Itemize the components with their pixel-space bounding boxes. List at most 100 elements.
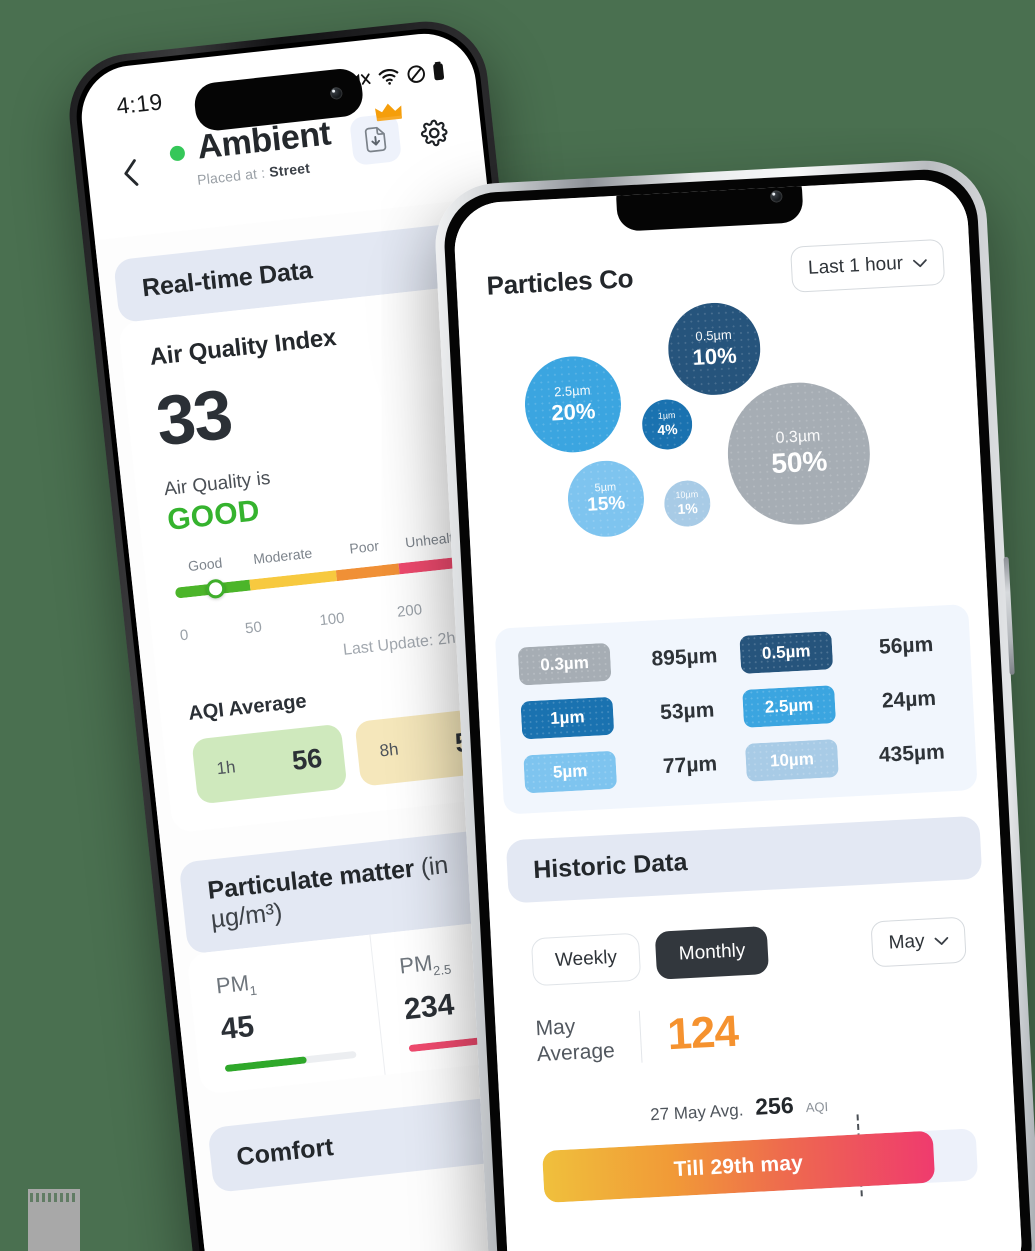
legend-chip-0-3um[interactable]: 0.3µm (517, 642, 612, 686)
phone-right: Particles Co Last 1 hour 0.3µm 50% 2.5µm… (432, 157, 1035, 1251)
bubble-0-5um-label: 0.5µm (695, 327, 733, 345)
gauge-tick-0: 0 (179, 626, 190, 644)
legend-value-0-5um: 56µm (878, 632, 934, 659)
gear-icon (420, 119, 448, 147)
pm25-name: PM (398, 949, 434, 979)
settings-button[interactable] (411, 110, 457, 156)
gauge-band-good: Good (187, 553, 224, 574)
section-historic-header: Historic Data (505, 815, 983, 904)
monthly-average-label: May Average (535, 1012, 615, 1069)
legend-value-1um: 53µm (659, 698, 715, 725)
historic-controls: Weekly Monthly May (530, 916, 967, 987)
legend-chip-2-5um[interactable]: 2.5µm (742, 685, 837, 728)
timeline-tooltip: 27 May Avg. 256 AQI (649, 1090, 829, 1126)
placed-at-label: Placed at : (196, 164, 271, 188)
front-camera-lens (770, 190, 783, 203)
gauge-tick-50: 50 (244, 618, 263, 637)
aqi-average-1h[interactable]: 1h 56 (191, 723, 348, 804)
wifi-icon (377, 66, 401, 86)
online-status-dot (169, 144, 186, 162)
monthly-average-label-line2: Average (536, 1039, 616, 1067)
bubble-1um-label: 1µm (657, 410, 676, 421)
status-clock: 4:19 (114, 87, 164, 119)
monthly-average-value: 124 (666, 1006, 740, 1060)
aqi-gauge: Good Moderate Poor Unhealthy 0 50 100 20… (172, 526, 491, 644)
bubble-1um-value: 4% (656, 420, 678, 438)
bubble-10um[interactable]: 10µm 1% (663, 479, 712, 528)
aqi-average-8h-period: 8h (378, 739, 400, 761)
monthly-average-label-line1: May (534, 1015, 576, 1041)
timeline-tooltip-unit: AQI (805, 1098, 829, 1115)
header-actions (349, 103, 458, 166)
legend-chip-0-5um[interactable]: 0.5µm (739, 631, 834, 674)
legend-chip-10um[interactable]: 10µm (744, 739, 839, 782)
month-select-value: May (888, 930, 926, 954)
bubble-0-3um-label: 0.3µm (775, 427, 821, 447)
battery-icon (432, 61, 446, 82)
gauge-marker[interactable] (205, 577, 227, 599)
back-button[interactable] (108, 150, 154, 196)
chevron-left-icon (124, 159, 139, 186)
timeline-track[interactable]: Till 29th may (541, 1127, 979, 1203)
bubble-5um-value: 15% (586, 492, 626, 516)
tab-monthly[interactable]: Monthly (654, 925, 770, 980)
status-icons (349, 61, 446, 91)
poster-stage: 4:19 Ambient Placed at: Street Real-tim… (0, 0, 1035, 1251)
legend-value-5um: 77µm (662, 752, 718, 779)
pm1-value: 45 (219, 1009, 256, 1047)
legend-chip-1um[interactable]: 1µm (520, 696, 615, 740)
placed-at-value: Street (268, 159, 311, 181)
bubble-1um[interactable]: 1µm 4% (640, 398, 694, 451)
gauge-band-fill-poor (336, 562, 400, 581)
aqi-average-1h-period: 1h (215, 757, 237, 779)
legend-value-0-3um: 895µm (650, 644, 718, 671)
time-range-select[interactable]: Last 1 hour (789, 238, 946, 293)
bubble-0-3um[interactable]: 0.3µm 50% (724, 379, 874, 529)
pm1-name: PM (214, 969, 251, 999)
file-download-icon (364, 126, 387, 153)
gauge-band-fill-moderate (249, 569, 338, 591)
pm-cell-pm1: PM1 45 (186, 934, 386, 1095)
aqi-average-1h-value: 56 (290, 742, 324, 776)
bubble-0-5um[interactable]: 0.5µm 10% (665, 300, 763, 398)
corner-artifact-scribble (30, 1193, 76, 1202)
pm1-fill (224, 1056, 307, 1072)
bubble-5um-label: 5µm (594, 481, 617, 495)
legend-chip-5um[interactable]: 5µm (523, 750, 618, 794)
gauge-band-poor: Poor (348, 536, 380, 557)
chevron-down-icon (913, 258, 927, 267)
historic-timeline: 27 May Avg. 256 AQI Till 29th may (540, 1082, 980, 1225)
do-not-disturb-icon (406, 63, 427, 84)
bubble-2-5um-value: 20% (550, 397, 596, 426)
phone-right-screen: Particles Co Last 1 hour 0.3µm 50% 2.5µm… (452, 177, 1024, 1251)
gauge-tick-100: 100 (318, 609, 346, 629)
legend-value-10um: 435µm (878, 740, 946, 767)
month-select[interactable]: May (870, 916, 967, 968)
timeline-tooltip-value: 256 (754, 1091, 795, 1120)
bubble-2-5um[interactable]: 2.5µm 20% (522, 353, 624, 455)
historic-card: Weekly Monthly May May Average 124 27 Ma… (507, 892, 1002, 1226)
bubble-10um-value: 1% (677, 499, 699, 517)
bubble-5um[interactable]: 5µm 15% (566, 458, 646, 539)
particles-title: Particles Co (485, 262, 634, 301)
download-report-button[interactable] (349, 103, 403, 166)
pm25-sub: 2.5 (432, 961, 452, 978)
pm1-track (224, 1050, 357, 1072)
particles-bubble-chart: 0.3µm 50% 2.5µm 20% 5µm 15% 0.5µm 10% 1µ… (458, 289, 988, 625)
crown-icon (375, 103, 402, 122)
bubble-0-5um-value: 10% (691, 342, 738, 370)
average-divider (638, 1010, 643, 1063)
corner-artifact (28, 1189, 80, 1251)
chevron-down-icon (934, 936, 949, 945)
bubble-0-3um-value: 50% (770, 444, 829, 479)
pm1-sub: 1 (248, 982, 258, 998)
monthly-average-block: May Average 124 (535, 994, 971, 1069)
gauge-tick-200: 200 (396, 600, 423, 621)
front-camera-lens (329, 86, 343, 100)
bubble-2-5um-label: 2.5µm (553, 382, 591, 400)
pm1-label: PM1 (215, 959, 349, 1001)
particulate-title-strong: Particulate matter (206, 853, 423, 905)
phone-right-content: Particles Co Last 1 hour 0.3µm 50% 2.5µm… (452, 177, 1024, 1251)
aqi-value: 33 (152, 374, 235, 461)
tab-weekly[interactable]: Weekly (530, 932, 642, 987)
